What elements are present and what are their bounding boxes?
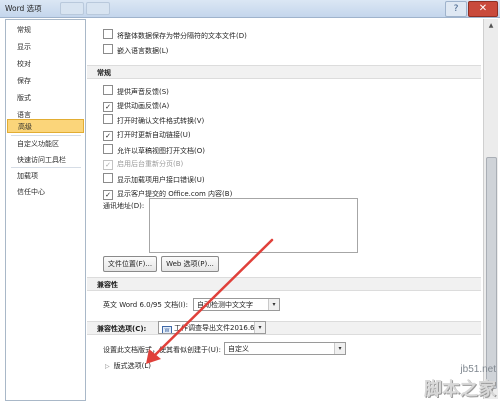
- option-label: 提供声音反馈(S): [117, 88, 169, 96]
- chevron-down-icon: ▾: [268, 299, 279, 310]
- compat-document-select[interactable]: W 工作调查导出文件2016.6.28 ▾: [158, 321, 266, 334]
- scroll-up-icon[interactable]: ▲: [484, 19, 498, 33]
- compat-document-value: 工作调查导出文件2016.6.28: [174, 324, 266, 332]
- sidebar-item-customize-ribbon[interactable]: 自定义功能区: [7, 137, 84, 151]
- sidebar-item-general[interactable]: 常规: [7, 23, 84, 37]
- file-locations-button[interactable]: 文件位置(F)...: [103, 256, 157, 272]
- help-button[interactable]: ?: [445, 1, 467, 17]
- option-embed-language-data[interactable]: 嵌入语言数据(L): [103, 44, 168, 56]
- option-update-links-on-open[interactable]: ✓ 打开时更新自动链接(U): [103, 129, 191, 141]
- option-confirm-format-conversion[interactable]: 打开时确认文件格式转换(V): [103, 114, 204, 126]
- mailing-address-field[interactable]: [149, 198, 358, 253]
- checkbox[interactable]: [103, 173, 113, 183]
- word-95-value: 自动检测中文文字: [197, 301, 253, 309]
- section-header-compatibility: 兼容性: [87, 277, 481, 291]
- option-label: 嵌入语言数据(L): [117, 47, 169, 55]
- watermark-text: 脚本之家: [424, 379, 496, 400]
- sidebar-item-save[interactable]: 保存: [7, 74, 84, 88]
- vertical-scrollbar[interactable]: ▲ ▼: [483, 19, 498, 399]
- layout-options-expander[interactable]: ▷ 版式选项(L): [105, 361, 151, 371]
- document-icon: W: [162, 326, 172, 333]
- layout-as-if-value: 自定义: [228, 345, 249, 353]
- sidebar-divider: [11, 135, 81, 136]
- layout-options-label: 版式选项(L): [113, 362, 151, 370]
- web-options-button[interactable]: Web 选项(P)...: [161, 256, 219, 272]
- sidebar-item-advanced[interactable]: 高级: [7, 119, 84, 133]
- scrollbar-thumb[interactable]: [486, 157, 497, 389]
- close-button[interactable]: ✕: [468, 1, 498, 17]
- word-95-label: 英文 Word 6.0/95 文档(I):: [103, 301, 188, 309]
- checkmark-icon: ✓: [103, 160, 113, 170]
- watermark: jb51.net 脚本之家: [424, 364, 496, 401]
- sidebar-item-quick-access-toolbar[interactable]: 快速访问工具栏: [7, 153, 84, 167]
- watermark-url: jb51.net: [460, 364, 496, 375]
- sidebar-divider: [11, 167, 81, 168]
- mailing-address-label: 通讯地址(D):: [103, 202, 145, 210]
- checkbox[interactable]: [103, 44, 113, 54]
- compat-options-row: 兼容性选项(C):: [87, 321, 481, 335]
- sidebar-item-layout[interactable]: 版式: [7, 91, 84, 105]
- option-label: 打开时确认文件格式转换(V): [117, 117, 205, 125]
- option-background-repagination: ✓ 启用后台重新分页(B): [103, 158, 183, 170]
- option-animation-feedback[interactable]: ✓ 提供动画反馈(A): [103, 100, 169, 112]
- option-open-in-draft-view[interactable]: 允许以草稿视图打开文档(O): [103, 144, 205, 156]
- option-label: 允许以草稿视图打开文档(O): [117, 147, 205, 155]
- title-bar: Word 选项 ? ✕: [0, 0, 500, 18]
- chevron-down-icon: ▾: [334, 343, 345, 354]
- sidebar-item-add-ins[interactable]: 加载项: [7, 169, 84, 183]
- word-95-select[interactable]: 自动检测中文文字 ▾: [193, 298, 280, 311]
- expand-triangle-icon: ▷: [105, 363, 110, 370]
- checkbox[interactable]: [103, 144, 113, 154]
- background-tab-ghost: [60, 2, 84, 15]
- option-label: 打开时更新自动链接(U): [117, 131, 191, 139]
- advanced-options-panel: 将整体数据保存为带分隔符的文本文件(D) 嵌入语言数据(L) 常规 提供声音反馈…: [87, 19, 483, 403]
- checkbox[interactable]: [103, 29, 113, 39]
- checkbox[interactable]: [103, 114, 113, 124]
- section-header-general: 常规: [87, 65, 481, 79]
- option-sound-feedback[interactable]: 提供声音反馈(S): [103, 85, 169, 97]
- sidebar-item-trust-center[interactable]: 信任中心: [7, 185, 84, 199]
- option-label: 显示加载项用户接口错误(U): [117, 176, 205, 184]
- checkmark-icon[interactable]: ✓: [103, 190, 113, 200]
- option-save-delimited-text[interactable]: 将整体数据保存为带分隔符的文本文件(D): [103, 29, 247, 41]
- checkbox[interactable]: [103, 85, 113, 95]
- option-show-addin-ui-errors[interactable]: 显示加载项用户接口错误(U): [103, 173, 205, 185]
- window-title: Word 选项: [5, 4, 42, 13]
- layout-as-if-label: 设置此文档版式，使其看似创建于(U):: [103, 346, 221, 354]
- sidebar-item-display[interactable]: 显示: [7, 40, 84, 54]
- option-label: 显示客户提交的 Office.com 内容(B): [117, 190, 233, 198]
- checkmark-icon[interactable]: ✓: [103, 131, 113, 141]
- background-tab-ghost: [86, 2, 110, 15]
- option-label: 提供动画反馈(A): [117, 102, 170, 110]
- option-label: 启用后台重新分页(B): [117, 160, 184, 168]
- layout-as-if-select[interactable]: 自定义 ▾: [224, 342, 346, 355]
- chevron-down-icon: ▾: [254, 322, 265, 333]
- option-label: 将整体数据保存为带分隔符的文本文件(D): [117, 32, 247, 40]
- options-sidebar: 常规 显示 校对 保存 版式 语言 高级 自定义功能区 快速访问工具栏 加载项 …: [5, 19, 86, 401]
- checkmark-icon[interactable]: ✓: [103, 102, 113, 112]
- sidebar-item-proofing[interactable]: 校对: [7, 57, 84, 71]
- compat-options-label: 兼容性选项(C):: [97, 325, 147, 333]
